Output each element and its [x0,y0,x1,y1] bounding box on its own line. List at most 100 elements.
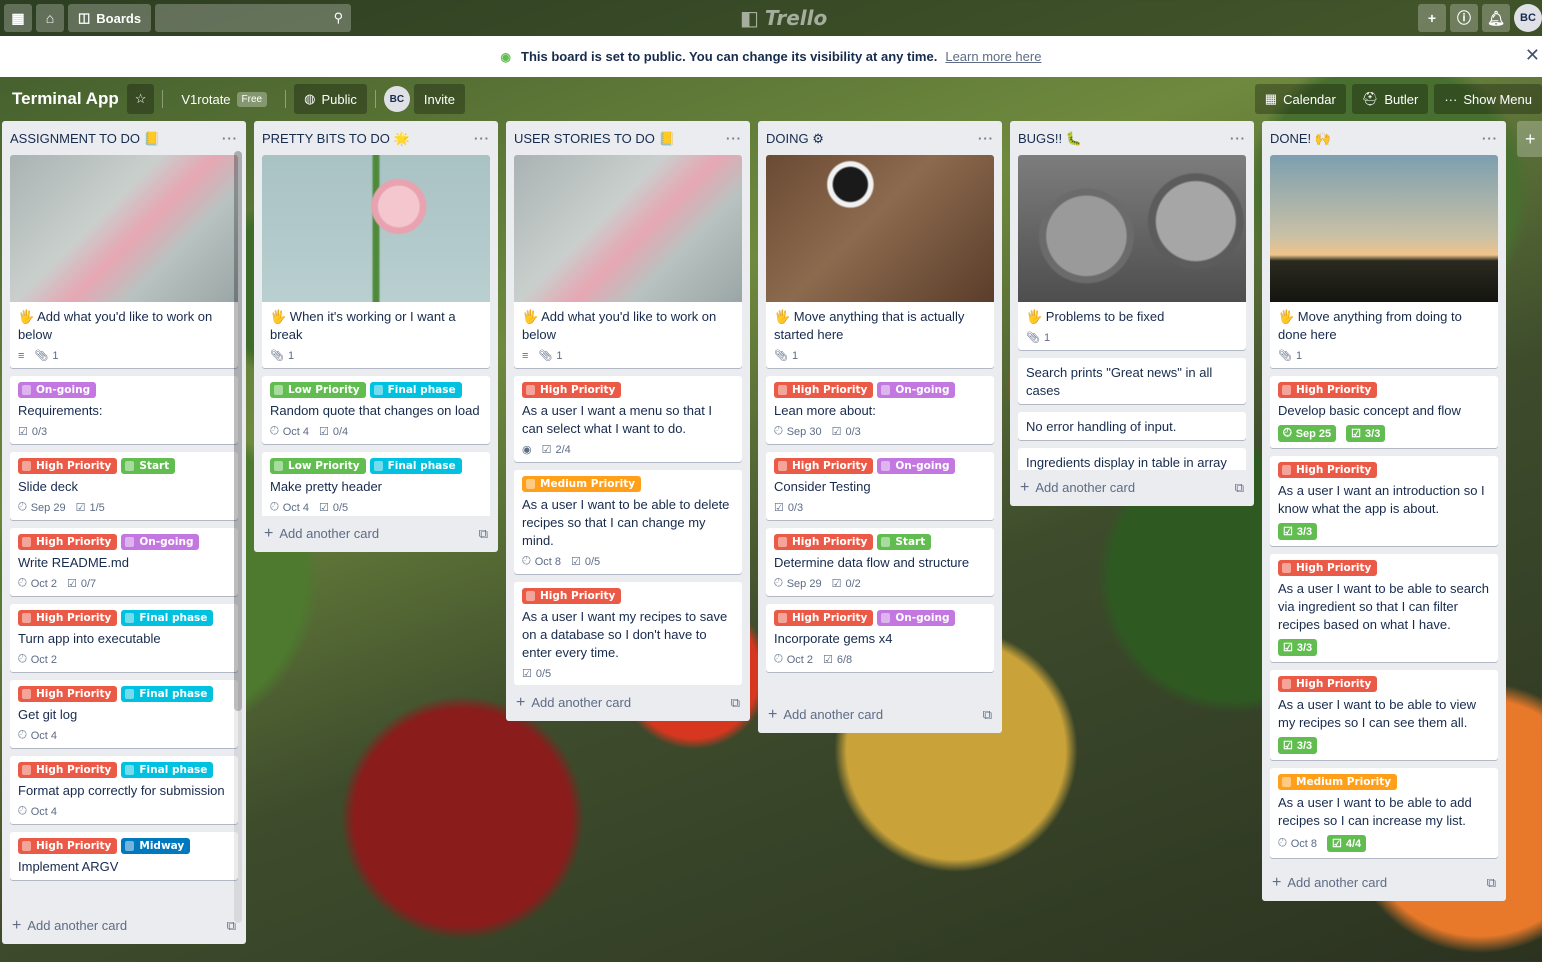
list-header[interactable]: DOING ⚙ ··· [758,121,1002,155]
card-label[interactable]: High Priority [1278,462,1378,478]
card-label[interactable]: High Priority [18,458,118,474]
list-header[interactable]: ASSIGNMENT TO DO 📒 ··· [2,121,246,155]
card-label[interactable]: Medium Priority [1278,774,1398,790]
team-button[interactable]: V1rotate Free [171,84,277,114]
card-template-icon[interactable]: ⧉ [1487,875,1496,891]
card[interactable]: Search prints "Great news" in all cases [1018,358,1246,404]
card-label[interactable]: High Priority [774,458,874,474]
card-label[interactable]: On-going [877,610,956,626]
calendar-button[interactable]: ▦ Calendar [1254,84,1346,114]
card[interactable]: High Priority As a user I want to be able… [1270,670,1498,760]
info-icon[interactable]: ⓘ [1450,4,1478,32]
list-title[interactable]: DONE! 🙌 [1270,131,1331,155]
card-label[interactable]: High Priority [18,762,118,778]
list-header[interactable]: DONE! 🙌 ··· [1262,121,1506,155]
card-label[interactable]: High Priority [18,610,118,626]
list-menu-icon[interactable]: ··· [726,131,742,155]
list-header[interactable]: USER STORIES TO DO 📒 ··· [506,121,750,155]
add-card-button[interactable]: + Add another card ⧉ [758,697,1002,733]
visibility-button[interactable]: ◍ Public [294,84,367,114]
card-label[interactable]: Midway [121,838,191,854]
card[interactable]: No error handling of input. [1018,412,1246,440]
card-label[interactable]: High Priority [18,838,118,854]
card-template-icon[interactable]: ⧉ [479,526,488,542]
add-card-button[interactable]: + Add another card ⧉ [254,516,498,552]
card-label[interactable]: On-going [121,534,200,550]
card[interactable]: High Priority As a user I want my recipes… [514,582,742,685]
card[interactable]: High Priority On-going Incorporate gems x4… [766,604,994,672]
card-label[interactable]: Medium Priority [522,476,642,492]
add-card-button[interactable]: + Add another card ⧉ [1262,865,1506,901]
list-header[interactable]: BUGS!! 🐛 ··· [1010,121,1254,155]
card[interactable]: High Priority Start Determine data flow an… [766,528,994,596]
trello-logo[interactable]: ◧ Trello [740,6,827,30]
card[interactable]: Medium Priority As a user I want to be ab… [514,470,742,574]
card[interactable]: High Priority On-going Write README.md 🕘︎ Oc… [10,528,238,596]
card-template-icon[interactable]: ⧉ [983,707,992,723]
card[interactable]: On-going Requirements: ☑ 0/3 [10,376,238,444]
card[interactable]: 🖐 Move anything that is actually started… [766,155,994,368]
card-label[interactable]: On-going [877,458,956,474]
home-icon[interactable]: ⌂ [36,4,64,32]
list-scrollbar[interactable] [234,151,242,923]
card[interactable]: High Priority On-going Lean more about: 🕘︎ S… [766,376,994,444]
card[interactable]: High Priority As a user I want an introdu… [1270,456,1498,546]
card-label[interactable]: High Priority [774,534,874,550]
card-template-icon[interactable]: ⧉ [731,695,740,711]
card[interactable]: 🖐 Add what you'd like to work on below ≡ 📎… [514,155,742,368]
card-label[interactable]: High Priority [522,382,622,398]
invite-button[interactable]: Invite [413,84,465,114]
notification-bell-icon[interactable]: 🔔︎ [1482,4,1510,32]
list-header[interactable]: PRETTY BITS TO DO 🌟 ··· [254,121,498,155]
close-icon[interactable]: ✕ [1525,45,1540,66]
list-title[interactable]: BUGS!! 🐛 [1018,131,1082,155]
card-label[interactable]: High Priority [1278,382,1378,398]
list-title[interactable]: DOING ⚙ [766,131,824,155]
add-card-button[interactable]: + Add another card ⧉ [2,908,246,944]
boards-button[interactable]: ◫ Boards [68,4,152,32]
card-template-icon[interactable]: ⧉ [1235,480,1244,496]
card-label[interactable]: High Priority [18,534,118,550]
card-label[interactable]: High Priority [1278,676,1378,692]
create-plus-icon[interactable]: + [1418,4,1446,32]
card[interactable]: High Priority Start Slide deck 🕘︎ Sep 29 ☑ 1/5 [10,452,238,520]
star-board-button[interactable]: ☆ [126,84,155,114]
card[interactable]: 🖐 When it's working or I want a break 📎︎ 1 [262,155,490,368]
card[interactable]: High Priority As a user I want a menu so … [514,376,742,462]
member-avatar[interactable]: BC [383,86,410,112]
card-label[interactable]: High Priority [522,588,622,604]
card[interactable]: Low Priority Final phase Random quote that… [262,376,490,444]
card-label[interactable]: Start [877,534,932,550]
card[interactable]: High Priority Final phase Turn app into ex… [10,604,238,672]
board-title[interactable]: Terminal App [4,83,127,115]
card[interactable]: High Priority On-going Consider Testing ☑ 0/… [766,452,994,520]
list-title[interactable]: PRETTY BITS TO DO 🌟 [262,131,410,155]
card-label[interactable]: On-going [18,382,97,398]
card-label[interactable]: High Priority [774,382,874,398]
card[interactable]: High Priority As a user I want to be able… [1270,554,1498,662]
list-title[interactable]: ASSIGNMENT TO DO 📒 [10,131,160,155]
card-label[interactable]: On-going [877,382,956,398]
search-input[interactable]: ⚲ [155,4,352,32]
card-label[interactable]: Low Priority [270,458,366,474]
card[interactable]: 🖐 Move anything from doing to done here 📎… [1270,155,1498,368]
list-menu-icon[interactable]: ··· [1482,131,1498,155]
add-card-button[interactable]: + Add another card ⧉ [506,685,750,721]
card-label[interactable]: Final phase [369,458,462,474]
apps-grid-icon[interactable]: ▦ [4,4,32,32]
card-label[interactable]: Final phase [121,686,214,702]
card[interactable]: High Priority Final phase Get git log 🕘︎ Oct… [10,680,238,748]
card[interactable]: Medium Priority As a user I want to be ab… [1270,768,1498,858]
card-label[interactable]: Final phase [121,610,214,626]
list-title[interactable]: USER STORIES TO DO 📒 [514,131,675,155]
list-menu-icon[interactable]: ··· [978,131,994,155]
card-label[interactable]: High Priority [18,686,118,702]
card[interactable]: 🖐 Add what you'd like to work on below ≡ 📎… [10,155,238,368]
card[interactable]: High Priority Develop basic concept and f… [1270,376,1498,448]
learn-more-link[interactable]: Learn more here [945,49,1041,64]
scrollbar-thumb[interactable] [234,151,242,711]
card-label[interactable]: Final phase [369,382,462,398]
add-list-button[interactable]: + [1517,121,1542,157]
card[interactable]: High Priority Final phase Format app corre… [10,756,238,824]
card-label[interactable]: High Priority [774,610,874,626]
